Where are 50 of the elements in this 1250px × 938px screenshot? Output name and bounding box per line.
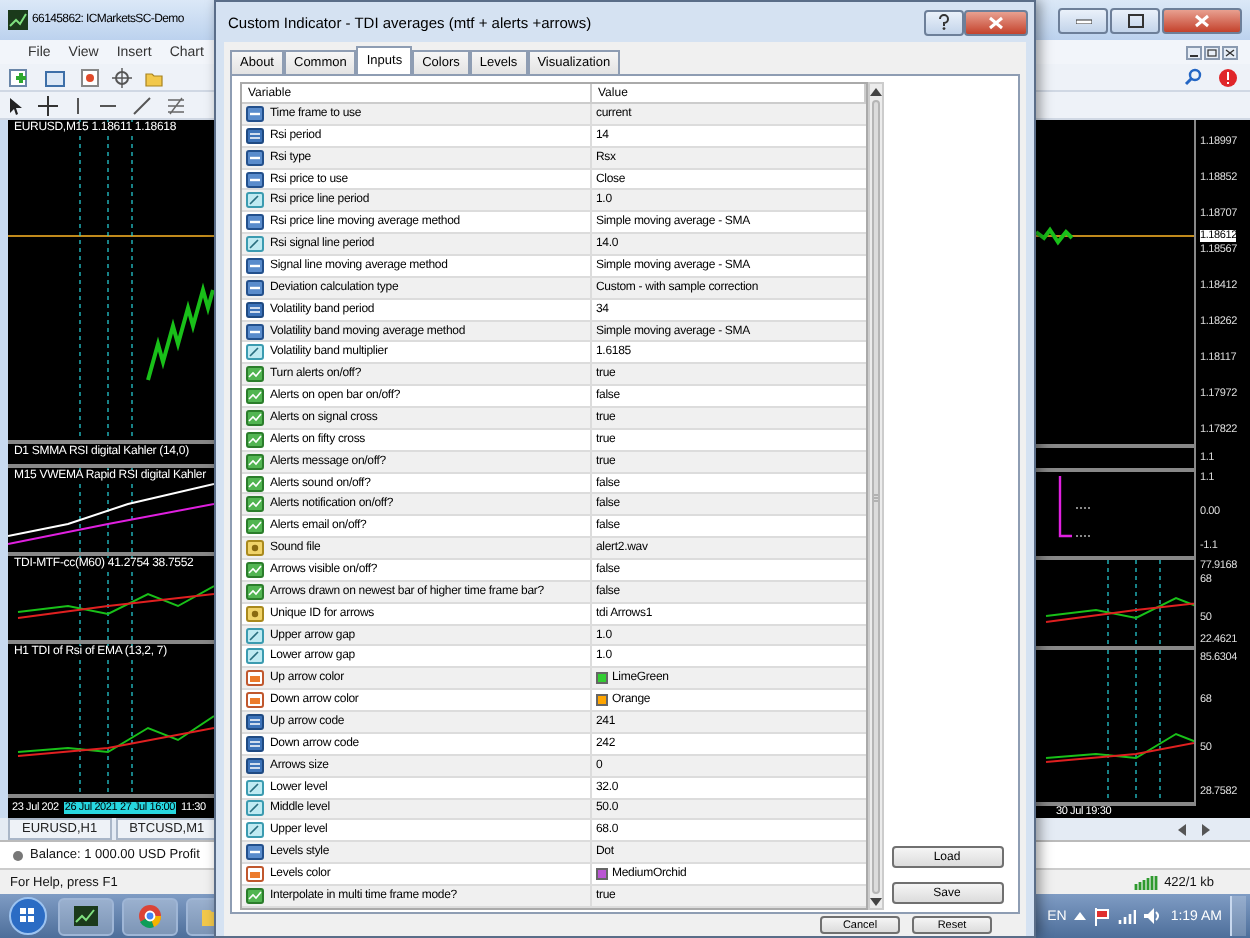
- close-icon[interactable]: [1222, 45, 1238, 59]
- scroll-thumb[interactable]: [872, 100, 880, 894]
- browser-icon: [138, 904, 162, 928]
- app-icon: [8, 10, 28, 30]
- crosshair-icon[interactable]: [112, 67, 132, 87]
- close-icon: [988, 15, 1004, 29]
- scroll-left-icon[interactable]: [1178, 823, 1188, 835]
- parameter-type-icon: [246, 822, 264, 839]
- vertical-line-icon[interactable]: [72, 95, 84, 115]
- taskbar-browser-button[interactable]: [122, 897, 178, 935]
- speaker-icon[interactable]: [1144, 908, 1163, 924]
- market-watch-icon[interactable]: [80, 67, 100, 87]
- restore-icon[interactable]: [1204, 45, 1220, 59]
- notification-icon[interactable]: [1218, 67, 1238, 87]
- chart-app-icon: [74, 906, 98, 926]
- taskbar-app-button[interactable]: [58, 897, 114, 935]
- help-button[interactable]: [924, 9, 964, 35]
- balance-icon: [12, 849, 24, 861]
- profiles-icon[interactable]: [44, 67, 68, 87]
- parameter-type-icon: [246, 192, 264, 209]
- parameter-type-icon: [246, 627, 264, 644]
- parameter-type-icon: [246, 540, 264, 557]
- maximize-button[interactable]: [1110, 7, 1160, 33]
- parameter-type-icon: [246, 236, 264, 253]
- scroll-up-icon[interactable]: [870, 86, 882, 98]
- parameter-type-icon: [246, 344, 264, 361]
- parameter-type-icon: [246, 779, 264, 796]
- close-icon: [1194, 13, 1210, 27]
- fibonacci-icon[interactable]: [166, 95, 186, 115]
- close-button[interactable]: [964, 9, 1028, 35]
- signal-bars-icon[interactable]: [1118, 908, 1137, 924]
- start-icon[interactable]: [6, 896, 50, 936]
- minimize-icon[interactable]: [1186, 45, 1202, 59]
- search-icon[interactable]: [1184, 68, 1202, 86]
- cursor-icon[interactable]: [8, 95, 24, 115]
- parameter-type-icon: [246, 800, 264, 817]
- scroll-right-icon[interactable]: [1200, 823, 1210, 835]
- parameter-type-icon: [246, 605, 264, 622]
- trend-line-icon[interactable]: [132, 95, 152, 115]
- parameter-type-icon: [246, 648, 264, 665]
- flag-icon[interactable]: [1094, 907, 1111, 925]
- crosshair-icon[interactable]: [38, 95, 58, 115]
- minimize-icon: [1075, 16, 1091, 24]
- new-chart-icon[interactable]: [8, 67, 32, 87]
- help-icon: [938, 14, 950, 30]
- close-button[interactable]: [1162, 7, 1242, 33]
- minimize-button[interactable]: [1058, 7, 1108, 33]
- caret-up-icon[interactable]: [1074, 912, 1087, 920]
- maximize-icon: [1127, 13, 1143, 27]
- connection-bars-icon: [1134, 874, 1159, 890]
